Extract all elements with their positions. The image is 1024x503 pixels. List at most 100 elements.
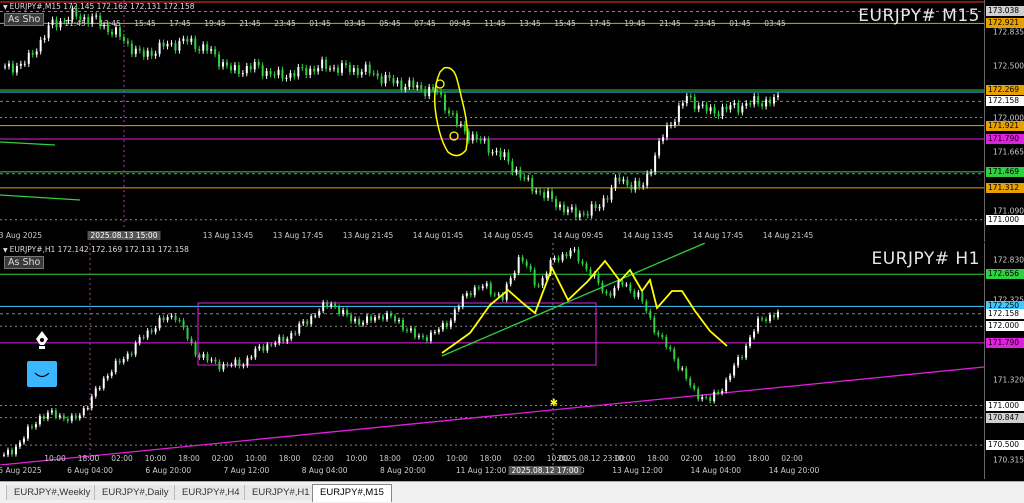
m15-price-chart[interactable]: 11:45 13:45 15:45 17:45 19:45 21:45 23:45 01:45…: [0, 0, 984, 230]
h1-candle: [425, 337, 428, 342]
h1-candle: [142, 337, 145, 339]
m15-time-label: 14 Aug 05:45: [482, 231, 534, 240]
h1-candle: [537, 285, 540, 287]
h1-candle: [429, 332, 432, 342]
h1-candle: [493, 294, 496, 296]
h1-candle: [533, 269, 536, 286]
h1-candle: [350, 314, 353, 322]
h1-inner-time-label: 18:00: [178, 454, 200, 463]
h1-time-axis[interactable]: 6 Aug 04:00 6 Aug 20:00 7 Aug 12:00 8 Aug 0…: [0, 465, 984, 477]
tab-eurjpy--weekly[interactable]: EURJPY#,Weekly: [6, 485, 98, 500]
m15-price-tick: 171.090: [992, 206, 1024, 216]
m15-price-tick: 172.500: [992, 61, 1024, 71]
m15-candle: [313, 68, 316, 72]
h1-candle: [282, 336, 285, 342]
h1-candle: [198, 354, 201, 358]
m15-candle: [360, 71, 363, 75]
m15-top-time-label: 13:45: [519, 19, 541, 28]
m15-candle: [693, 96, 696, 110]
h1-candle: [437, 329, 440, 333]
h1-candle: [709, 397, 712, 402]
h1-candle: [457, 306, 460, 310]
m15-candle: [317, 68, 320, 72]
h1-candle: [114, 360, 117, 373]
h1-candle: [222, 364, 225, 370]
m15-candle: [400, 80, 403, 90]
m15-candle: [539, 191, 542, 193]
h1-candle: [753, 331, 756, 338]
m15-candle: [535, 191, 538, 193]
m15-price-tag: 172.269: [986, 85, 1024, 96]
chart-panel-m15[interactable]: 11:45 13:45 15:45 17:45 19:45 21:45 23:45 01:45…: [0, 0, 984, 230]
h1-time-label: 8 Aug 20:00: [379, 466, 426, 475]
h1-candle: [749, 337, 752, 347]
m15-candle: [570, 207, 573, 210]
m15-top-time-label: 15:45: [134, 19, 156, 28]
h1-candle: [374, 317, 377, 321]
h1-inner-time-label: 10:00: [145, 454, 167, 463]
tab-eurjpy--h4[interactable]: EURJPY#,H4: [174, 485, 247, 500]
m15-candle: [269, 71, 272, 75]
m15-candle: [39, 39, 42, 52]
m15-top-time-label: 23:45: [274, 19, 296, 28]
h1-candle: [174, 315, 177, 321]
h1-candle: [90, 396, 93, 409]
h1-price-tag: 170.500: [986, 440, 1024, 451]
m15-candle: [594, 204, 597, 209]
m15-candle: [638, 180, 641, 187]
h1-price-chart[interactable]: ✱ 10:00 18:00 02:00 10:00 18:00 02:00 10:00 18:0…: [0, 243, 984, 465]
h1-time-label: 6 Aug 04:00: [67, 466, 113, 475]
m15-candle: [59, 21, 62, 28]
m15-candle: [447, 110, 450, 114]
h1-candle: [525, 261, 528, 266]
m15-yellow-annotation: [433, 66, 469, 157]
h1-as-show-button[interactable]: As Sho: [4, 256, 45, 269]
tab-eurjpy--daily[interactable]: EURJPY#,Daily: [94, 485, 176, 500]
m15-candle: [709, 107, 712, 112]
h1-candle: [338, 306, 341, 314]
h1-candle: [238, 359, 241, 367]
h1-candle: [170, 315, 173, 318]
h1-inner-time-label: 02:00: [781, 454, 803, 463]
m15-candle: [527, 178, 530, 180]
h1-candle: [669, 347, 672, 350]
m15-price-scale[interactable]: 172.835 172.500 172.000 171.665 171.090 173.0…: [984, 0, 1024, 242]
h1-candle: [38, 416, 41, 425]
tab-eurjpy--h1[interactable]: EURJPY#,H1: [244, 485, 317, 500]
h1-candle: [637, 292, 640, 297]
h1-candle: [322, 302, 325, 311]
m15-price-tick: 171.665: [992, 147, 1024, 157]
h1-price-scale[interactable]: 172.830172.325171.320170.315172.656172.2…: [984, 243, 1024, 479]
chart-panel-h1[interactable]: ✱ 10:00 18:00 02:00 10:00 18:00 02:00 10:00 18:0…: [0, 243, 984, 465]
h1-inner-time-label: 02:00: [312, 454, 334, 463]
h1-symbol-info: ▼ EURJPY#,H1 172.142 172.169 172.131 172.…: [3, 245, 189, 254]
tab-eurjpy--m15[interactable]: EURJPY#,M15: [312, 484, 392, 502]
m15-candle: [444, 94, 447, 111]
h1-inner-time-label: 10:00: [446, 454, 468, 463]
m15-cursor-time-label: 2025.08.13 15:00: [87, 231, 161, 240]
h1-candle: [769, 314, 772, 321]
h1-support-trendline: [0, 366, 984, 465]
m15-candle: [138, 48, 141, 51]
m15-candle: [356, 68, 359, 75]
h1-candle: [741, 357, 744, 359]
m15-candle: [134, 48, 137, 55]
m15-top-time-label: 09:45: [449, 19, 471, 28]
pen-tool-icon[interactable]: [30, 329, 54, 351]
m15-candle: [436, 89, 439, 92]
m15-candle: [23, 63, 26, 65]
smile-tool-icon[interactable]: [27, 361, 57, 387]
h1-candle: [226, 364, 229, 366]
m15-as-show-button[interactable]: As Sho: [4, 13, 45, 26]
m15-candle: [483, 139, 486, 141]
m15-candle: [241, 73, 244, 75]
m15-time-axis[interactable]: 13 Aug 13:45 13 Aug 17:45 13 Aug 21:45 14 A…: [0, 230, 984, 242]
h1-candle: [541, 277, 544, 286]
h1-candle: [481, 286, 484, 289]
m15-candle: [507, 152, 510, 162]
m15-candle: [43, 38, 46, 40]
m15-candle: [451, 113, 454, 115]
m15-candle: [130, 43, 133, 55]
h1-candle: [278, 336, 281, 344]
m15-price-tag: 171.469: [986, 166, 1024, 177]
